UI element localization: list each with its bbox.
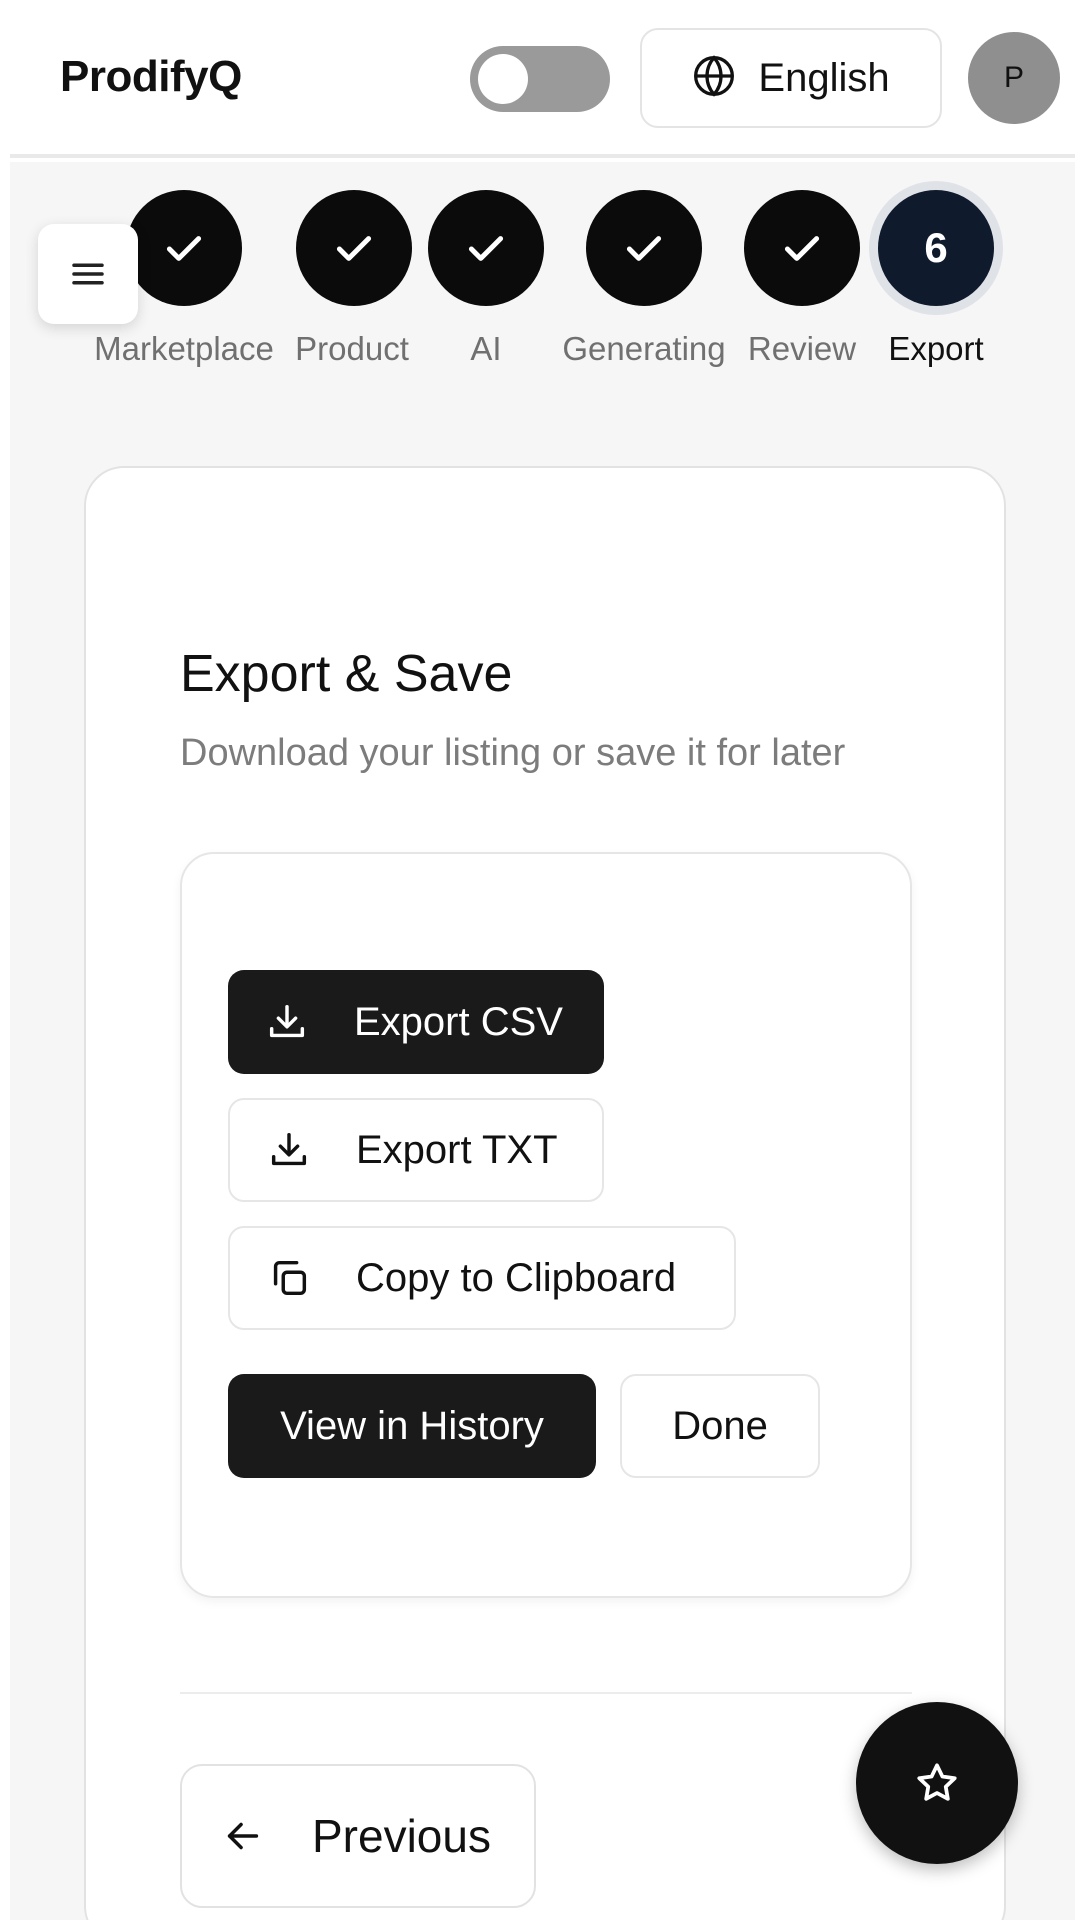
download-icon (264, 999, 310, 1045)
arrow-left-icon (220, 1813, 266, 1859)
step-export-circle: 6 (878, 190, 994, 306)
menu-icon (72, 263, 104, 285)
step-label-review: Review (747, 330, 857, 367)
step-ai-circle (428, 190, 544, 306)
step-label-marketplace: Marketplace (94, 330, 274, 367)
toggle-knob (478, 54, 528, 104)
star-icon (917, 1763, 957, 1801)
step-label-ai: AI (470, 330, 502, 367)
check-icon (166, 236, 202, 261)
step-product-circle (296, 190, 412, 306)
export-txt-label: Export TXT (356, 1127, 558, 1172)
export-card: Export & Save Download your listing or s… (84, 466, 1006, 1920)
check-icon (468, 236, 504, 261)
brand-logo[interactable]: ProdifyQ (60, 52, 242, 102)
copy-to-clipboard-button[interactable]: Copy to Clipboard (228, 1226, 736, 1330)
app-header: ProdifyQ English P (10, 0, 1075, 158)
step-generating-circle (586, 190, 702, 306)
previous-button[interactable]: Previous (180, 1764, 536, 1908)
language-selector[interactable]: English (640, 28, 942, 128)
theme-toggle[interactable] (470, 46, 610, 112)
step-label-generating: Generating (562, 330, 726, 367)
favorite-fab[interactable] (856, 1702, 1018, 1864)
step-review-circle (744, 190, 860, 306)
step-label-product: Product (295, 330, 409, 367)
menu-button[interactable] (38, 224, 138, 324)
done-button[interactable]: Done (620, 1374, 820, 1478)
check-icon (626, 236, 662, 261)
export-txt-button[interactable]: Export TXT (228, 1098, 604, 1202)
view-in-history-button[interactable]: View in History (228, 1374, 596, 1478)
check-icon (336, 236, 372, 261)
language-label: English (758, 55, 890, 100)
copy-icon (266, 1255, 312, 1301)
page: ProdifyQ English P 6 Marketplace Product… (0, 0, 1080, 1920)
download-icon (266, 1127, 312, 1173)
copy-to-clipboard-label: Copy to Clipboard (356, 1255, 677, 1300)
card-title: Export & Save (180, 645, 513, 703)
export-csv-label: Export CSV (354, 999, 563, 1044)
globe-icon (692, 54, 736, 103)
divider (180, 1692, 912, 1694)
step-label-export: Export (888, 330, 984, 367)
export-csv-button[interactable]: Export CSV (228, 970, 604, 1074)
user-avatar[interactable]: P (968, 32, 1060, 124)
step-marketplace-circle (126, 190, 242, 306)
check-icon (784, 236, 820, 261)
card-subtitle: Download your listing or save it for lat… (180, 732, 846, 774)
previous-label: Previous (312, 1810, 491, 1862)
export-actions-panel: Export CSV Export TXT Copy to Clipboard (180, 852, 912, 1598)
